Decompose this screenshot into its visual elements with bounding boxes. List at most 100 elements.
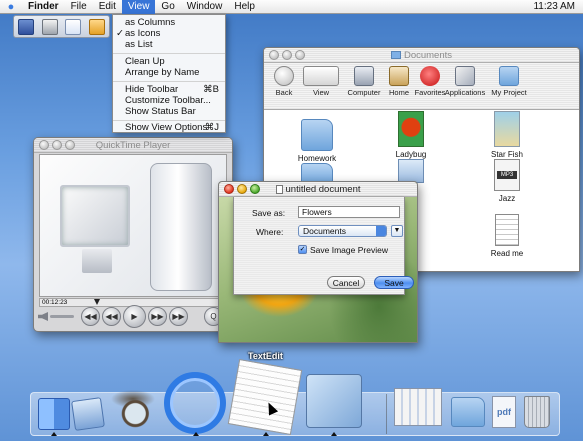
volume-slider[interactable] [50,315,74,318]
folder-icon [499,66,519,86]
save-image-preview-label: Save Image Preview [310,245,388,255]
my-project-button[interactable]: My Project [486,66,532,97]
skip-forward-icon: ▶▶ [172,312,185,321]
menu-item-as-columns[interactable]: as Columns [113,17,225,28]
quicktime-titlebar[interactable]: QuickTime Player [34,138,232,153]
floppy-disk-icon[interactable] [17,18,34,35]
finder-toolbar: Back View Computer Home Favorites Applic… [264,63,579,110]
menu-item-as-icons[interactable]: ✓ as Icons [113,28,225,39]
home-icon [389,66,409,86]
file-homework[interactable]: Homework [282,119,352,163]
save-image-preview-checkbox[interactable]: ✓ [298,245,307,254]
mail-icon[interactable] [71,397,105,431]
menu-window[interactable]: Window [181,0,229,14]
sherlock-icon[interactable] [110,386,156,432]
apple-icon[interactable]: ● [0,0,22,14]
dock-separator [386,394,387,434]
back-button[interactable]: Back [266,66,302,97]
window-controls [39,140,75,150]
monitor-image-icon [60,185,130,247]
window-title: QuickTime Player [95,140,171,151]
go-to-start-button[interactable]: ◀◀ [81,307,100,326]
folder-icon [451,397,485,427]
menu-view[interactable]: View [121,0,156,14]
file-star-fish[interactable]: Star Fish [472,111,542,159]
menu-item-arrange-by-name[interactable]: Arrange by Name [113,67,225,78]
window-controls [269,50,305,60]
menu-edit[interactable]: Edit [93,0,122,14]
text-document-icon [495,214,519,246]
view-button[interactable]: View [300,66,342,97]
menu-go[interactable]: Go [155,0,180,14]
menu-finder[interactable]: Finder [22,0,65,14]
volume-icon[interactable] [38,312,48,321]
menu-item-clean-up[interactable]: Clean Up [113,56,225,67]
minimize-button[interactable] [237,184,247,194]
pdf-document-icon[interactable]: pdf [492,396,516,428]
minimize-button[interactable] [52,140,62,150]
applications-button[interactable]: Applications [442,66,488,97]
close-button[interactable] [224,184,234,194]
save-as-field[interactable]: Flowers [298,206,400,218]
starfish-image-icon [494,111,520,147]
expand-button[interactable]: ▼ [391,225,403,237]
menu-item-hide-toolbar[interactable]: Hide Toolbar ⌘B [113,84,225,95]
window-title: Documents [403,50,453,61]
menu-file[interactable]: File [65,0,93,14]
cancel-button[interactable]: Cancel [327,276,365,289]
mail-envelope-icon[interactable] [65,18,82,35]
menu-item-as-list[interactable]: as List [113,39,225,50]
untitled-document-window: untitled document Save as: Flowers Where… [218,181,418,343]
finder-icon[interactable] [38,398,70,430]
computer-button[interactable]: Computer [346,66,382,97]
document-titlebar[interactable]: untitled document [219,182,417,197]
menu-help[interactable]: Help [228,0,261,14]
scrubber-playhead[interactable] [94,299,100,305]
zoom-button[interactable] [65,140,75,150]
documents-titlebar[interactable]: Documents [264,48,579,63]
folder-icon [301,119,333,151]
close-button[interactable] [39,140,49,150]
applications-icon [455,66,475,86]
save-as-label: Save as: [252,208,286,218]
checkmark-icon: ✓ [116,28,124,39]
zoom-button[interactable] [250,184,260,194]
menu-item-show-status-bar[interactable]: Show Status Bar [113,106,225,117]
fast-forward-button[interactable]: ▶▶ [148,307,167,326]
window-title: untitled document [285,184,361,195]
printer-icon[interactable] [41,18,58,35]
save-button[interactable]: Save [374,276,414,289]
internet-explorer-icon[interactable] [164,372,226,434]
iphoto-icon[interactable] [306,374,362,428]
ladybug-image-icon [398,111,424,147]
minimized-window-icon[interactable] [394,388,442,426]
play-button[interactable]: ▶ [123,305,146,328]
running-indicator [263,432,269,436]
file-read-me[interactable]: Read me [472,214,542,258]
menu-item-show-view-options[interactable]: Show View Options ⌘J [113,122,225,133]
rewind-button[interactable]: ◀◀ [102,307,121,326]
close-button[interactable] [269,50,279,60]
popup-arrows-icon [376,226,386,236]
tower-computer-image-icon [150,163,212,291]
documents-folder-icon[interactable] [451,397,485,427]
checkmark-icon: ✓ [299,246,306,253]
file-ladybug[interactable]: Ladybug [376,111,446,159]
where-popup[interactable]: Documents [298,225,387,237]
running-indicator [331,432,337,436]
file-jazz[interactable]: MP3 Jazz [472,159,542,203]
menubar-clock[interactable]: 11:23 AM [533,0,575,14]
view-mode-icon [303,66,339,86]
menu-item-customize-toolbar[interactable]: Customize Toolbar... [113,95,225,106]
media-file-icon [398,159,424,183]
video-frame[interactable] [39,154,227,297]
textedit-icon[interactable] [227,358,303,436]
trash-icon[interactable] [524,396,550,428]
folder-icon[interactable] [89,18,106,35]
save-sheet: Save as: Flowers Where: Documents ▼ ✓ Sa… [233,197,414,295]
minimize-button[interactable] [282,50,292,60]
zoom-button[interactable] [295,50,305,60]
heart-icon [420,66,440,86]
go-to-end-button[interactable]: ▶▶ [169,307,188,326]
monitor-stand [82,249,112,273]
